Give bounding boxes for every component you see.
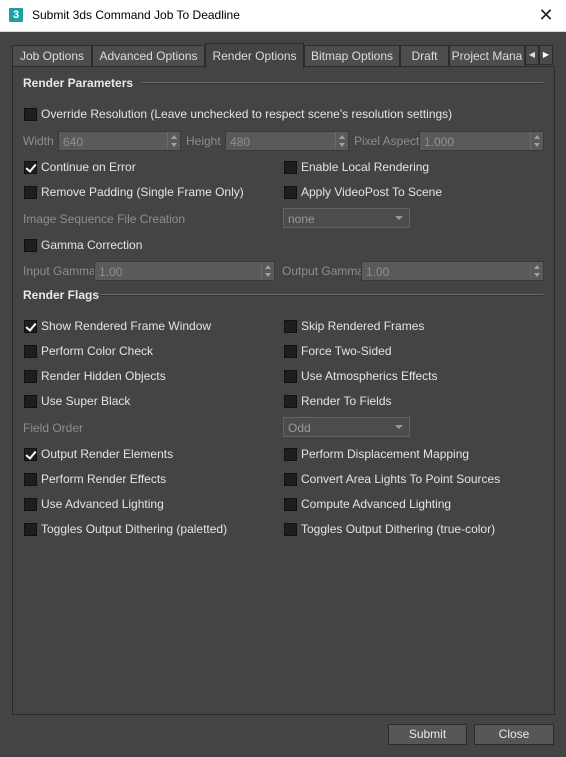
input-gamma-label: Input Gamma bbox=[23, 264, 96, 278]
tab-advanced-options[interactable]: Advanced Options bbox=[92, 45, 205, 66]
title-bar: 3 Submit 3ds Command Job To Deadline ✕ bbox=[0, 0, 566, 32]
chevron-left-icon[interactable]: ◀ bbox=[525, 45, 539, 65]
height-value: 480 bbox=[230, 135, 251, 149]
skip-rendered-frames-checkbox[interactable] bbox=[284, 320, 297, 333]
pixel-aspect-spinbox[interactable]: 1.000 bbox=[419, 131, 544, 151]
tab-draft[interactable]: Draft bbox=[400, 45, 449, 66]
enable-local-rendering-checkbox[interactable] bbox=[284, 161, 297, 174]
perform-displacement-mapping-label: Perform Displacement Mapping bbox=[301, 447, 470, 461]
width-spinbox[interactable]: 640 bbox=[58, 131, 181, 151]
image-sequence-label: Image Sequence File Creation bbox=[23, 212, 186, 226]
perform-color-check-label: Perform Color Check bbox=[41, 344, 154, 358]
field-order-label: Field Order bbox=[23, 421, 84, 435]
apply-videopost-label: Apply VideoPost To Scene bbox=[301, 185, 442, 199]
pixel-aspect-value: 1.000 bbox=[424, 135, 455, 149]
perform-render-effects-checkbox[interactable] bbox=[24, 473, 37, 486]
remove-padding-label: Remove Padding (Single Frame Only) bbox=[41, 185, 244, 199]
input-gamma-value: 1.00 bbox=[99, 265, 123, 279]
output-render-elements-label: Output Render Elements bbox=[41, 447, 174, 461]
continue-on-error-checkbox[interactable] bbox=[24, 161, 37, 174]
convert-area-lights-checkbox[interactable] bbox=[284, 473, 297, 486]
compute-advanced-lighting-label: Compute Advanced Lighting bbox=[301, 497, 452, 511]
width-label: Width bbox=[23, 134, 54, 148]
use-atmospherics-label: Use Atmospherics Effects bbox=[301, 369, 438, 383]
input-gamma-spinbox[interactable]: 1.00 bbox=[94, 261, 275, 281]
override-resolution-checkbox[interactable] bbox=[24, 108, 37, 121]
tab-job-options[interactable]: Job Options bbox=[12, 45, 92, 66]
force-two-sided-checkbox[interactable] bbox=[284, 345, 297, 358]
pixel-aspect-label: Pixel Aspect bbox=[354, 134, 420, 148]
output-render-elements-checkbox[interactable] bbox=[24, 448, 37, 461]
render-hidden-objects-checkbox[interactable] bbox=[24, 370, 37, 383]
remove-padding-checkbox[interactable] bbox=[24, 186, 37, 199]
enable-local-rendering-label: Enable Local Rendering bbox=[301, 160, 430, 174]
tab-project-management[interactable]: Project Mana bbox=[449, 45, 525, 66]
render-to-fields-checkbox[interactable] bbox=[284, 395, 297, 408]
image-sequence-dropdown[interactable]: none bbox=[283, 208, 410, 228]
skip-rendered-frames-label: Skip Rendered Frames bbox=[301, 319, 425, 333]
section-divider bbox=[101, 294, 543, 296]
tab-bitmap-options[interactable]: Bitmap Options bbox=[304, 45, 400, 66]
use-atmospherics-checkbox[interactable] bbox=[284, 370, 297, 383]
output-gamma-value: 1.00 bbox=[366, 265, 390, 279]
gamma-correction-label: Gamma Correction bbox=[41, 238, 143, 252]
section-title-render-parameters: Render Parameters bbox=[23, 76, 134, 90]
output-gamma-label: Output Gamma bbox=[282, 264, 365, 278]
gamma-correction-checkbox[interactable] bbox=[24, 239, 37, 252]
continue-on-error-label: Continue on Error bbox=[41, 160, 136, 174]
dither-paletted-checkbox[interactable] bbox=[24, 523, 37, 536]
field-order-value: Odd bbox=[288, 421, 311, 435]
height-label: Height bbox=[186, 134, 221, 148]
section-title-render-flags: Render Flags bbox=[23, 288, 100, 302]
render-hidden-objects-label: Render Hidden Objects bbox=[41, 369, 166, 383]
tab-bar: Job Options Advanced Options Render Opti… bbox=[12, 43, 555, 68]
perform-render-effects-label: Perform Render Effects bbox=[41, 472, 167, 486]
chevron-down-icon bbox=[395, 216, 403, 220]
apply-videopost-checkbox[interactable] bbox=[284, 186, 297, 199]
chevron-right-icon[interactable]: ▶ bbox=[539, 45, 553, 65]
use-advanced-lighting-checkbox[interactable] bbox=[24, 498, 37, 511]
section-divider bbox=[142, 82, 543, 84]
image-sequence-value: none bbox=[288, 212, 315, 226]
tab-render-options[interactable]: Render Options bbox=[205, 43, 304, 68]
dither-truecolor-label: Toggles Output Dithering (true-color) bbox=[301, 522, 496, 536]
submit-button[interactable]: Submit bbox=[388, 724, 467, 745]
window-title: Submit 3ds Command Job To Deadline bbox=[32, 8, 240, 22]
close-button[interactable]: Close bbox=[474, 724, 554, 745]
render-to-fields-label: Render To Fields bbox=[301, 394, 392, 408]
perform-displacement-mapping-checkbox[interactable] bbox=[284, 448, 297, 461]
dither-truecolor-checkbox[interactable] bbox=[284, 523, 297, 536]
height-spinbox[interactable]: 480 bbox=[225, 131, 349, 151]
render-options-panel: Render Parameters Override Resolution (L… bbox=[12, 66, 555, 715]
use-super-black-label: Use Super Black bbox=[41, 394, 131, 408]
use-super-black-checkbox[interactable] bbox=[24, 395, 37, 408]
show-rendered-frame-window-label: Show Rendered Frame Window bbox=[41, 319, 212, 333]
chevron-down-icon bbox=[395, 425, 403, 429]
dither-paletted-label: Toggles Output Dithering (paletted) bbox=[41, 522, 228, 536]
override-resolution-label: Override Resolution (Leave unchecked to … bbox=[41, 107, 453, 121]
perform-color-check-checkbox[interactable] bbox=[24, 345, 37, 358]
use-advanced-lighting-label: Use Advanced Lighting bbox=[41, 497, 164, 511]
3ds-max-app-icon: 3 bbox=[9, 8, 23, 22]
show-rendered-frame-window-checkbox[interactable] bbox=[24, 320, 37, 333]
compute-advanced-lighting-checkbox[interactable] bbox=[284, 498, 297, 511]
width-value: 640 bbox=[63, 135, 84, 149]
convert-area-lights-label: Convert Area Lights To Point Sources bbox=[301, 472, 501, 486]
output-gamma-spinbox[interactable]: 1.00 bbox=[361, 261, 544, 281]
force-two-sided-label: Force Two-Sided bbox=[301, 344, 392, 358]
field-order-dropdown[interactable]: Odd bbox=[283, 417, 410, 437]
close-icon[interactable]: ✕ bbox=[536, 5, 556, 25]
